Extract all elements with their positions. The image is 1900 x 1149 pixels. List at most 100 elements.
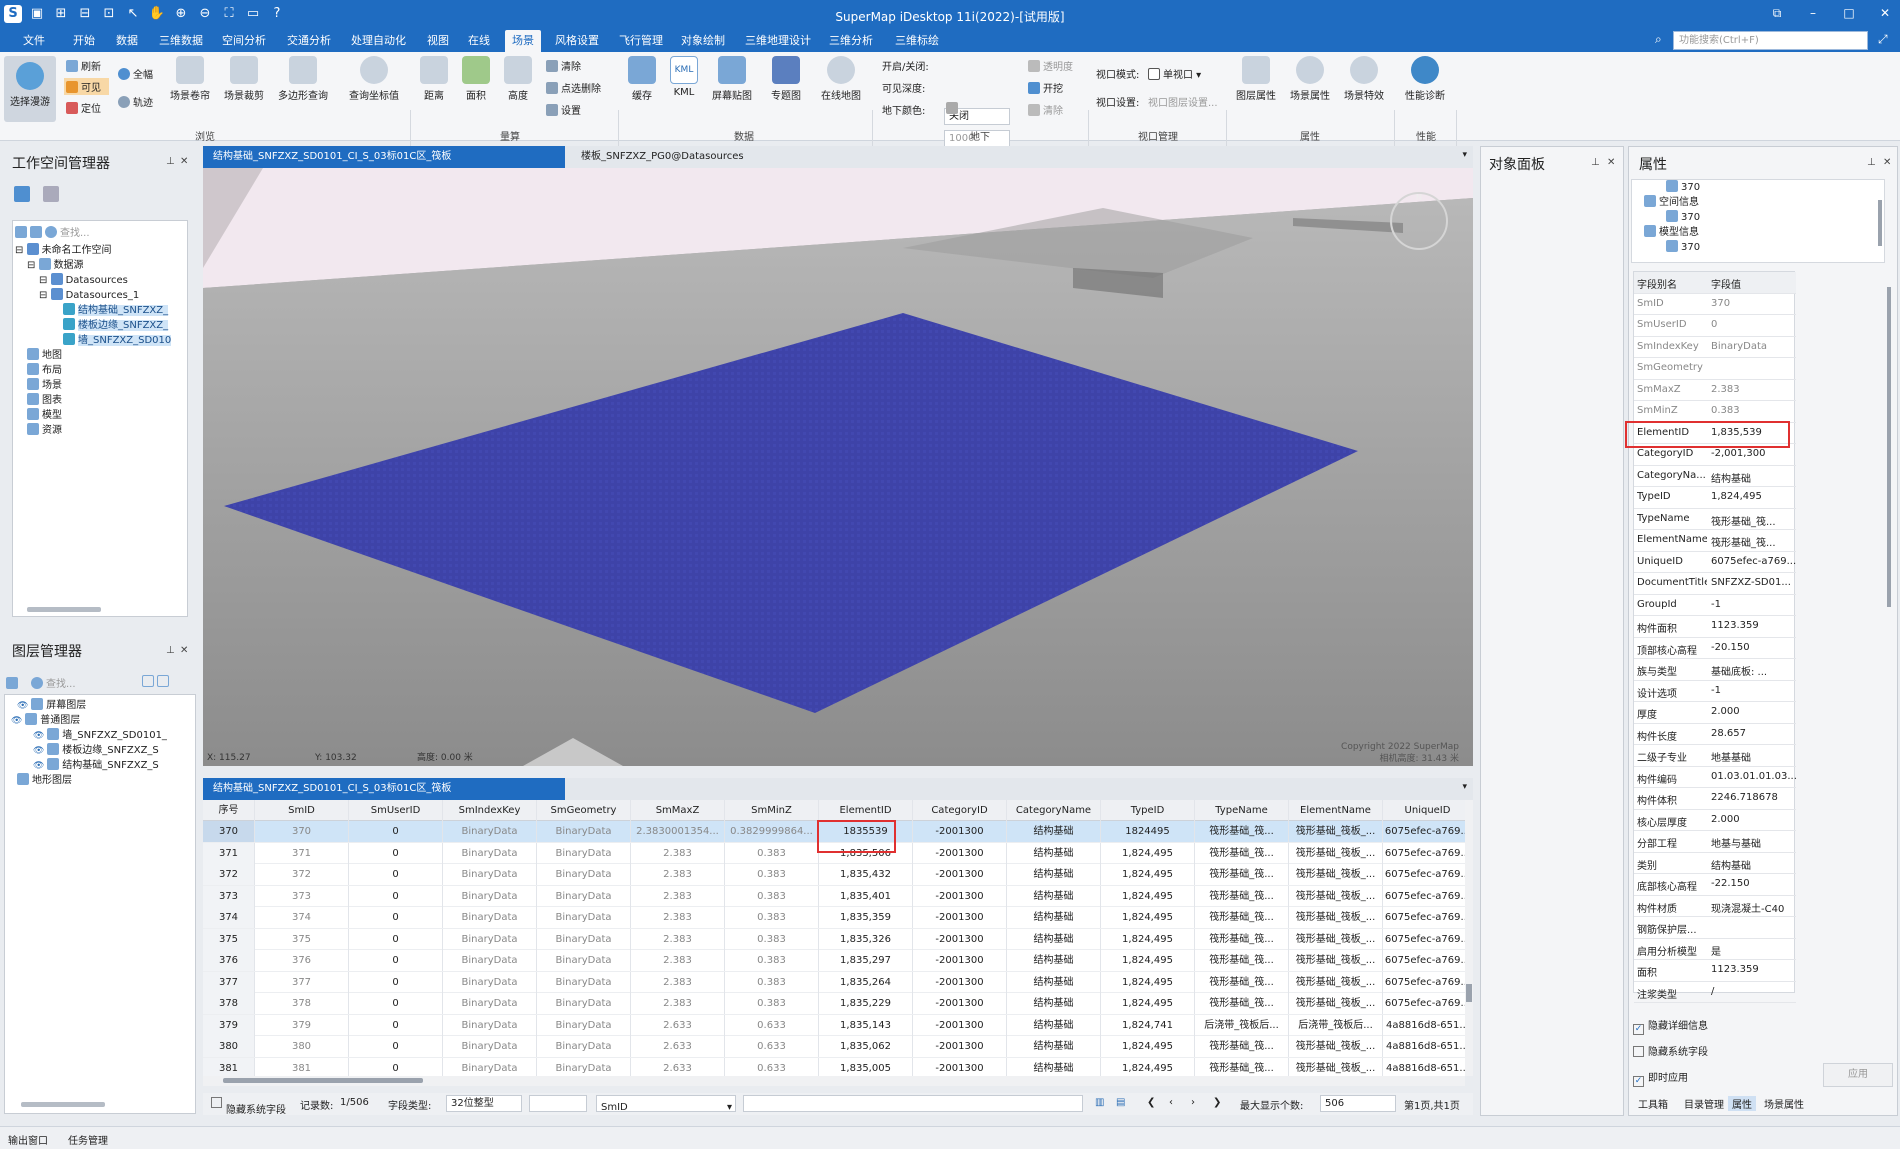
prop-row[interactable]: SmIndexKey BinaryData xyxy=(1634,337,1796,358)
table-cell[interactable]: 2.383 xyxy=(631,993,725,1014)
prop-row[interactable]: 底部核心高程 -22.150 xyxy=(1634,874,1796,896)
table-row[interactable]: 377 377 0 BinaryData BinaryData 2.383 0.383 1,8… xyxy=(203,971,1465,993)
layer-search-input[interactable]: 查找... xyxy=(46,679,76,690)
table-cell[interactable]: 筏形基础_筏... xyxy=(1195,864,1289,885)
prop-tree-node[interactable]: 空间信息 xyxy=(1638,195,1878,210)
prop-value[interactable]: 是 xyxy=(1711,943,1796,958)
layer-node-1[interactable]: 👁 普通图层 xyxy=(11,713,193,728)
table-cell[interactable]: BinaryData xyxy=(537,1036,631,1057)
layer-node-5[interactable]: 地形图层 xyxy=(11,773,193,788)
table-cell[interactable]: 1,824,495 xyxy=(1101,1036,1195,1057)
table-cell[interactable]: BinaryData xyxy=(443,1014,537,1036)
height-button[interactable]: 高度 xyxy=(502,56,534,102)
track-button[interactable]: 轨迹 xyxy=(118,94,153,109)
table-cell[interactable]: -2001300 xyxy=(913,1057,1007,1076)
column-header[interactable]: TypeName xyxy=(1195,800,1289,821)
expression-input[interactable] xyxy=(743,1095,1083,1112)
table-cell[interactable]: 1,824,495 xyxy=(1101,928,1195,950)
table-cell[interactable]: 4a8816d8-651... xyxy=(1383,1036,1465,1057)
prop-value[interactable]: -20.150 xyxy=(1711,642,1796,653)
table-cell[interactable]: 0 xyxy=(349,971,443,993)
table-cell[interactable]: -2001300 xyxy=(913,821,1007,842)
table-cell[interactable]: 1,824,495 xyxy=(1101,993,1195,1014)
table-cell[interactable]: 筏形基础_筏... xyxy=(1195,928,1289,950)
full-extent-button[interactable]: 全幅 xyxy=(118,66,153,81)
table-cell[interactable]: 1,835,264 xyxy=(819,971,913,993)
scene-canvas[interactable] xyxy=(203,168,1473,766)
prop-value[interactable]: 2.383 xyxy=(1711,384,1796,395)
table-cell[interactable]: 380 xyxy=(203,1036,255,1057)
table-cell[interactable]: 0 xyxy=(349,864,443,885)
table-cell[interactable]: 0.383 xyxy=(725,842,819,864)
prop-value[interactable]: 2.000 xyxy=(1711,814,1796,825)
table-cell[interactable]: BinaryData xyxy=(443,821,537,842)
table-cell[interactable]: 2.383 xyxy=(631,864,725,885)
table-cell[interactable]: 376 xyxy=(255,950,349,971)
table-cell[interactable]: 筏形基础_筏... xyxy=(1195,950,1289,971)
menu-item-11[interactable]: 飞行管理 xyxy=(612,30,670,52)
table-row[interactable]: 380 380 0 BinaryData BinaryData 2.633 0.633 1,8… xyxy=(203,1036,1465,1058)
menu-item-10[interactable]: 风格设置 xyxy=(548,30,606,52)
table-cell[interactable]: 372 xyxy=(203,864,255,885)
prop-value[interactable]: 现浇混凝土-C40 xyxy=(1711,900,1796,915)
prop-value[interactable]: 筏形基础_筏... xyxy=(1711,513,1796,528)
table-cell[interactable]: 2.383 xyxy=(631,885,725,907)
polygon-query-button[interactable]: 多边形查询 xyxy=(274,56,332,102)
column-header[interactable]: 序号 xyxy=(203,800,255,821)
move-down-icon[interactable] xyxy=(157,675,169,687)
table-cell[interactable]: 2.383 xyxy=(631,928,725,950)
prop-vscroll[interactable] xyxy=(1887,287,1891,607)
table-cell[interactable]: 筏形基础_筏... xyxy=(1195,1057,1289,1076)
column-header[interactable]: SmIndexKey xyxy=(443,800,537,821)
scene-effect-button[interactable]: 场景特效 xyxy=(1340,56,1388,102)
kml-button[interactable]: KML KML xyxy=(668,56,700,98)
table-cell[interactable]: 结构基础 xyxy=(1007,993,1101,1014)
prop-value[interactable]: 0 xyxy=(1711,319,1796,330)
object-close-icon[interactable]: ✕ xyxy=(1607,157,1615,168)
layer-node-2[interactable]: 👁 墙_SNFZXZ_SD0101_ xyxy=(11,728,193,743)
table-cell[interactable]: 1,835,143 xyxy=(819,1014,913,1036)
column-header[interactable]: TypeID xyxy=(1101,800,1195,821)
ws-scrollbar[interactable] xyxy=(27,607,101,612)
table-cell[interactable]: -2001300 xyxy=(913,1036,1007,1057)
prop-value[interactable]: SNFZXZ-SD01... xyxy=(1711,577,1796,588)
prop-tree-node[interactable]: 模型信息 xyxy=(1638,225,1878,240)
bottom-tab-3[interactable]: 场景属性 xyxy=(1760,1096,1808,1111)
table-cell[interactable]: 370 xyxy=(255,821,349,842)
table-row[interactable]: 376 376 0 BinaryData BinaryData 2.383 0.383 1,8… xyxy=(203,950,1465,972)
prop-row[interactable]: 二级子专业 地基基础 xyxy=(1634,745,1796,767)
table-cell[interactable]: 筏形基础_筏... xyxy=(1195,907,1289,928)
column-header[interactable]: SmUserID xyxy=(349,800,443,821)
table-cell[interactable]: BinaryData xyxy=(443,907,537,928)
table-cell[interactable]: 筏形基础_筏板_... xyxy=(1289,950,1383,971)
tab-scene-foundation[interactable]: 结构基础_SNFZXZ_SD0101_CI_S_03标01C区_筏板_V2_1@… xyxy=(203,146,565,184)
prop-tree-scroll[interactable] xyxy=(1878,200,1882,246)
table-cell[interactable]: BinaryData xyxy=(443,928,537,950)
table-cell[interactable]: 结构基础 xyxy=(1007,1057,1101,1076)
table-cell[interactable]: 0.383 xyxy=(725,864,819,885)
table-cell[interactable]: 372 xyxy=(255,864,349,885)
table-cell[interactable]: BinaryData xyxy=(443,993,537,1014)
transparency-button[interactable]: 透明度 xyxy=(1028,58,1073,73)
compass-icon[interactable]: N xyxy=(1390,192,1448,250)
table-cell[interactable]: 0.383 xyxy=(725,885,819,907)
locate-button[interactable]: 定位 xyxy=(66,100,101,115)
prop-tree-node[interactable]: 370 xyxy=(1638,240,1878,255)
table-cell[interactable]: -2001300 xyxy=(913,842,1007,864)
table-cell[interactable]: -2001300 xyxy=(913,950,1007,971)
refresh-button[interactable]: 刷新 xyxy=(66,58,101,73)
table-cell[interactable]: 0.383 xyxy=(725,928,819,950)
column-header[interactable]: SmGeometry xyxy=(537,800,631,821)
table-cell[interactable]: 6075efec-a769... xyxy=(1383,972,1465,993)
table-cell[interactable]: -2001300 xyxy=(913,885,1007,907)
table-cell[interactable]: 结构基础 xyxy=(1007,950,1101,971)
prop-value[interactable]: 28.657 xyxy=(1711,728,1796,739)
table-cell[interactable]: BinaryData xyxy=(537,950,631,971)
table-cell[interactable]: 结构基础 xyxy=(1007,842,1101,864)
prop-row[interactable]: CategoryNa... 结构基础 xyxy=(1634,466,1796,487)
table-cell[interactable]: 371 xyxy=(255,842,349,864)
table-cell[interactable]: 后浇带_筏板后... xyxy=(1195,1014,1289,1036)
scene-attr-button[interactable]: 场景属性 xyxy=(1286,56,1334,102)
select-roam-button[interactable]: 选择漫游 xyxy=(4,56,56,122)
prop-row[interactable]: 注浆类型 / xyxy=(1634,982,1796,1003)
